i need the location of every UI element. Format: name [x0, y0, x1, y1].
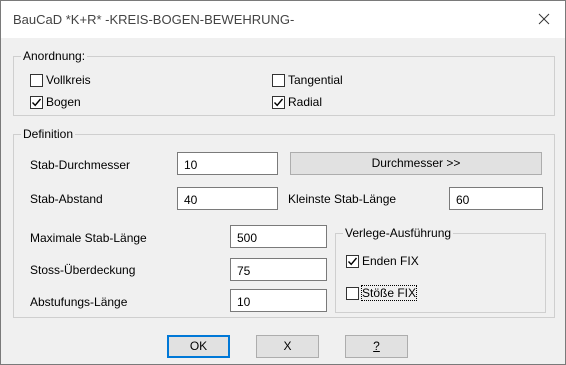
bogen-checkbox-box[interactable] [30, 95, 43, 109]
dialog-window: BauCaD *K+R* -KREIS-BOGEN-BEWEHRUNG- Ano… [0, 0, 566, 365]
cancel-button[interactable]: X [256, 335, 319, 358]
maximale-stab-laenge-label: Maximale Stab-Länge [30, 231, 147, 245]
stab-durchmesser-label: Stab-Durchmesser [30, 158, 131, 172]
stab-durchmesser-field[interactable] [177, 152, 278, 175]
dialog-client-area: Anordnung: Vollkreis Bogen Tangential Ra… [1, 38, 565, 364]
stab-abstand-label: Stab-Abstand [30, 192, 103, 206]
radial-checkbox-box[interactable] [272, 95, 285, 109]
stoss-ueberdeckung-field[interactable] [230, 258, 327, 281]
abstufungs-laenge-field[interactable] [230, 289, 327, 312]
bogen-label: Bogen [46, 95, 81, 109]
close-icon [538, 13, 550, 25]
close-button[interactable] [529, 5, 559, 33]
vollkreis-checkbox[interactable]: Vollkreis [30, 73, 91, 87]
vollkreis-checkbox-box[interactable] [30, 73, 43, 87]
kleinste-stab-laenge-label: Kleinste Stab-Länge [288, 192, 397, 206]
stab-abstand-field[interactable] [177, 187, 278, 210]
checkmark-icon [273, 98, 284, 106]
definition-group: Definition Stab-Durchmesser Durchmesser … [13, 127, 555, 318]
anordnung-legend: Anordnung: [21, 49, 88, 63]
definition-legend: Definition [21, 127, 76, 141]
verlege-ausfuehrung-legend: Verlege-Ausführung [343, 226, 454, 240]
checkmark-icon [347, 257, 358, 265]
tangential-label: Tangential [288, 73, 343, 87]
stoesse-fix-label: Stöße FIX [360, 285, 418, 301]
radial-checkbox[interactable]: Radial [272, 95, 322, 109]
radial-label: Radial [288, 95, 323, 109]
enden-fix-label: Enden FIX [362, 254, 419, 268]
maximale-stab-laenge-field[interactable] [230, 225, 327, 248]
checkmark-icon [31, 98, 42, 106]
title-bar: BauCaD *K+R* -KREIS-BOGEN-BEWEHRUNG- [1, 1, 565, 38]
anordnung-group: Anordnung: Vollkreis Bogen Tangential Ra… [13, 49, 555, 116]
stoss-ueberdeckung-label: Stoss-Überdeckung [30, 263, 136, 277]
abstufungs-laenge-label: Abstufungs-Länge [30, 295, 128, 309]
window-title: BauCaD *K+R* -KREIS-BOGEN-BEWEHRUNG- [13, 12, 295, 27]
enden-fix-checkbox[interactable]: Enden FIX [346, 254, 419, 268]
bogen-checkbox[interactable]: Bogen [30, 95, 81, 109]
durchmesser-button[interactable]: Durchmesser >> [290, 152, 542, 175]
enden-fix-checkbox-box[interactable] [346, 254, 359, 268]
vollkreis-label: Vollkreis [46, 73, 91, 87]
stoesse-fix-checkbox[interactable]: Stöße FIX [346, 285, 418, 301]
help-button[interactable]: ? [345, 335, 408, 358]
kleinste-stab-laenge-field[interactable] [449, 187, 543, 210]
tangential-checkbox-box[interactable] [272, 73, 285, 87]
stoesse-fix-checkbox-box[interactable] [346, 286, 359, 300]
ok-button[interactable]: OK [167, 335, 230, 358]
tangential-checkbox[interactable]: Tangential [272, 73, 343, 87]
verlege-ausfuehrung-group: Verlege-Ausführung Enden FIX Stöße FIX [335, 226, 546, 313]
help-button-label: ? [373, 339, 380, 353]
